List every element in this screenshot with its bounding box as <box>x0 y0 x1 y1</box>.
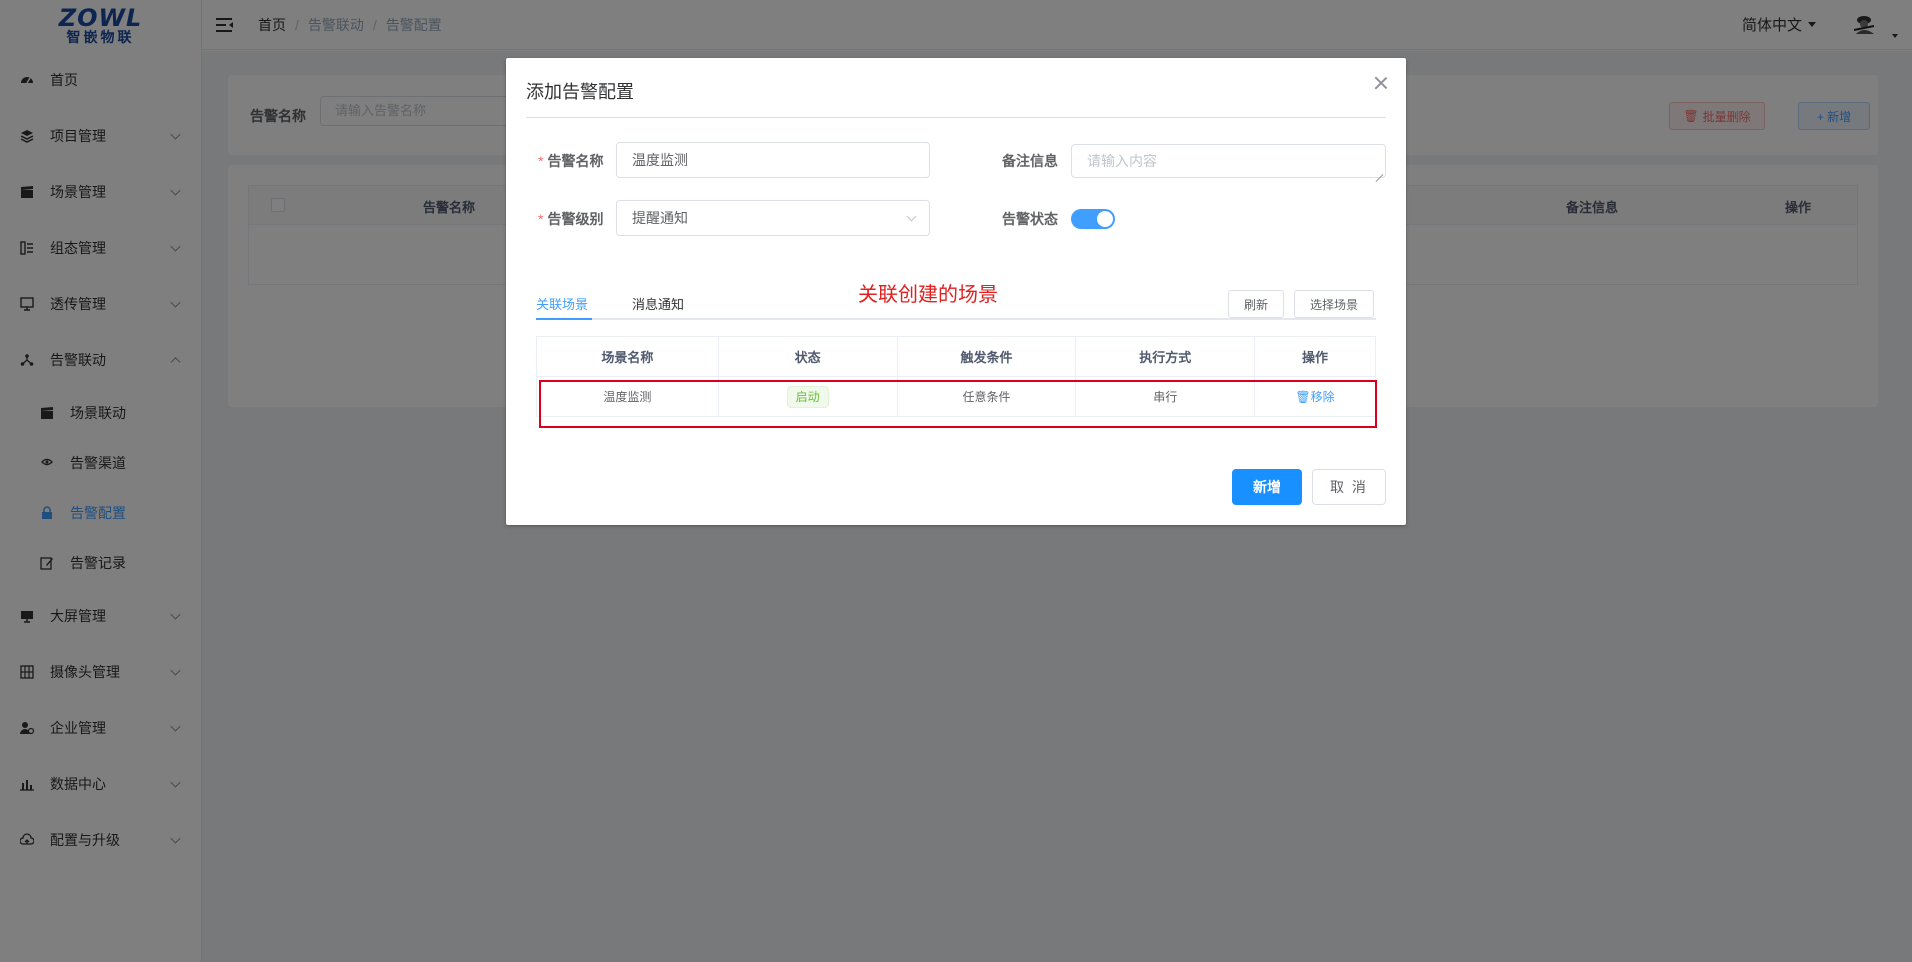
column-header-trigger: 触发条件 <box>896 336 1077 377</box>
cell-action: 🗑移除 <box>1254 376 1376 417</box>
switch-knob <box>1097 211 1113 227</box>
cell-trigger: 任意条件 <box>897 376 1077 417</box>
cell-status: 启动 <box>718 376 898 417</box>
remove-button[interactable]: 🗑移除 <box>1295 390 1334 404</box>
alarm-name-label-text: 告警名称 <box>547 153 604 169</box>
alarm-level-value: 提醒通知 <box>632 210 688 226</box>
remark-label: 备注信息 <box>1002 153 1058 169</box>
alarm-name-label: * 告警名称 <box>538 151 603 171</box>
resize-handle-icon[interactable] <box>1375 167 1383 175</box>
chevron-down-icon <box>906 211 917 222</box>
table-row: 温度监测 启动 任意条件 串行 🗑移除 <box>536 376 1376 417</box>
trash-icon: 🗑 <box>1295 390 1311 404</box>
remove-label: 移除 <box>1310 390 1335 404</box>
remark-textarea[interactable]: 请输入内容 <box>1071 144 1386 178</box>
remark-placeholder: 请输入内容 <box>1087 153 1157 169</box>
dialog-title: 添加告警配置 <box>526 82 634 102</box>
linked-scenes-table: 场景名称 状态 触发条件 执行方式 操作 温度监测 启动 任意条件 串行 🗑移除 <box>536 336 1376 417</box>
required-mark: * <box>538 211 544 227</box>
cancel-button[interactable]: 取 消 <box>1312 469 1386 505</box>
alarm-level-select[interactable]: 提醒通知 <box>616 200 930 236</box>
column-header-status: 状态 <box>717 336 898 377</box>
confirm-add-button[interactable]: 新增 <box>1232 469 1302 505</box>
alarm-status-switch[interactable] <box>1071 209 1115 229</box>
column-header-mode: 执行方式 <box>1075 336 1256 377</box>
add-alarm-config-dialog: 添加告警配置 * 告警名称 温度监测 备注信息 请输入内容 * 告警级别 提醒通知 … <box>506 58 1406 525</box>
required-mark: * <box>538 153 544 169</box>
column-header-action: 操作 <box>1254 336 1376 377</box>
table-header-row: 场景名称 状态 触发条件 执行方式 操作 <box>536 336 1376 377</box>
alarm-level-label-text: 告警级别 <box>547 211 604 227</box>
alarm-status-label: 告警状态 <box>1002 211 1058 227</box>
active-tab-indicator <box>536 318 592 320</box>
cell-mode: 串行 <box>1075 376 1256 417</box>
close-icon[interactable] <box>1374 76 1388 90</box>
cell-scene-name: 温度监测 <box>536 376 719 417</box>
tab-linked-scenes[interactable]: 关联场景 <box>536 294 588 320</box>
divider <box>526 117 1386 118</box>
column-header-scene-name: 场景名称 <box>536 336 719 377</box>
alarm-level-label: * 告警级别 <box>538 209 603 229</box>
alarm-name-input[interactable]: 温度监测 <box>616 142 930 178</box>
select-scene-button[interactable]: 选择场景 <box>1294 290 1374 318</box>
status-badge: 启动 <box>786 385 829 408</box>
refresh-button[interactable]: 刷新 <box>1228 290 1284 318</box>
tab-message-notify[interactable]: 消息通知 <box>632 294 684 320</box>
